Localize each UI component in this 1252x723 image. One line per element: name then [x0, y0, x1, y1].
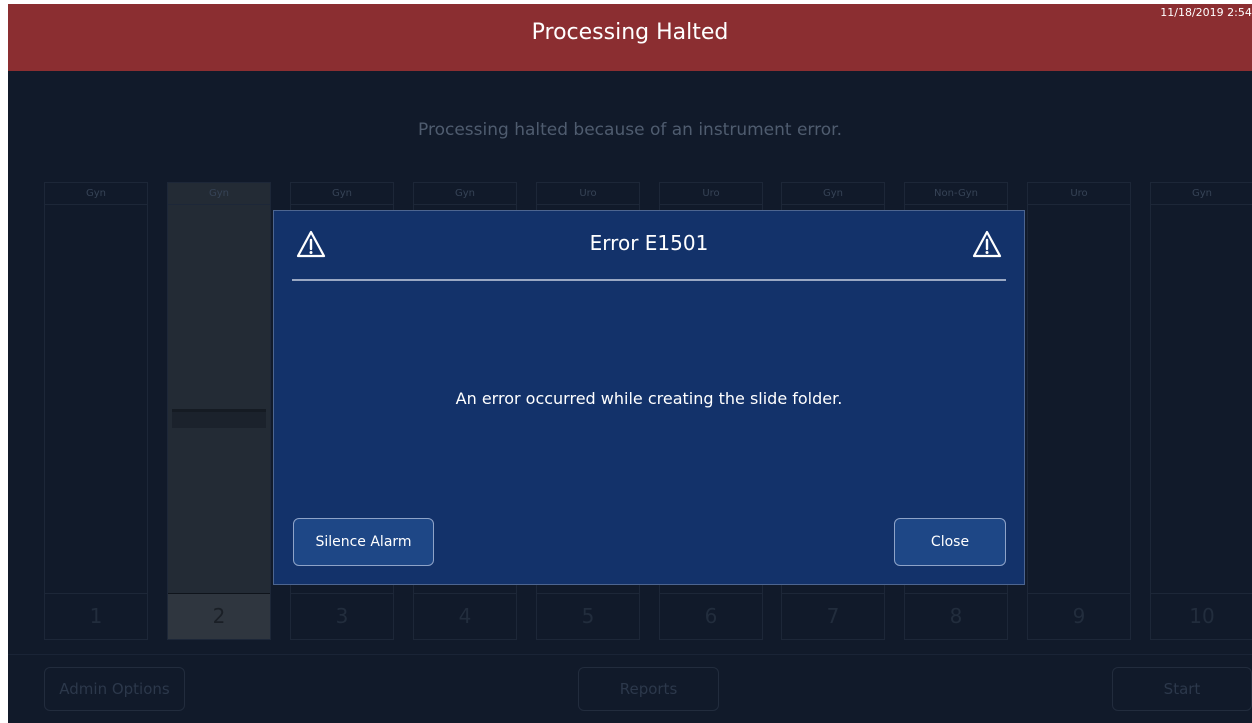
slot-type: Non-Gyn [905, 183, 1007, 205]
slot-type: Uro [660, 183, 762, 205]
reports-button[interactable]: Reports [578, 667, 719, 711]
slot-10[interactable]: Gyn 10 [1150, 182, 1252, 640]
close-button[interactable]: Close [894, 518, 1006, 566]
timestamp: 11/18/2019 2:54 P [1160, 6, 1252, 19]
slot-number: 4 [414, 593, 516, 639]
slot-type: Gyn [45, 183, 147, 205]
dialog-message: An error occurred while creating the sli… [455, 389, 843, 408]
slot-9[interactable]: Uro 9 [1027, 182, 1131, 640]
silence-alarm-button[interactable]: Silence Alarm [293, 518, 434, 566]
error-dialog: Error E1501 An error occurred while crea… [273, 210, 1025, 585]
slot-number: 5 [537, 593, 639, 639]
slot-number: 6 [660, 593, 762, 639]
footer-divider [8, 654, 1252, 655]
slot-1[interactable]: Gyn 1 [44, 182, 148, 640]
slot-type: Gyn [782, 183, 884, 205]
slot-number: 3 [291, 593, 393, 639]
slot-type: Gyn [291, 183, 393, 205]
slot-type: Uro [537, 183, 639, 205]
slot-number: 10 [1151, 593, 1252, 639]
status-message: Processing halted because of an instrume… [418, 120, 842, 140]
slot-type: Uro [1028, 183, 1130, 205]
slot-type: Gyn [1151, 183, 1252, 205]
slot-type: Gyn [414, 183, 516, 205]
slot-2[interactable]: Gyn 2 [167, 182, 271, 640]
slot-number: 7 [782, 593, 884, 639]
admin-options-button[interactable]: Admin Options [44, 667, 185, 711]
warning-icon [972, 230, 1002, 258]
slot-number: 9 [1028, 593, 1130, 639]
slot-number: 8 [905, 593, 1007, 639]
start-button[interactable]: Start [1112, 667, 1252, 711]
app-screen: Processing Halted 11/18/2019 2:54 P Proc… [8, 4, 1252, 723]
page-title: Processing Halted [531, 20, 729, 45]
slot-number: 1 [45, 593, 147, 639]
title-bar: Processing Halted 11/18/2019 2:54 P [8, 4, 1252, 71]
dialog-divider [292, 279, 1006, 281]
dialog-title: Error E1501 [589, 231, 709, 255]
slide-rack-bar [172, 409, 266, 428]
slot-type: Gyn [168, 183, 270, 205]
slot-number: 2 [168, 593, 270, 639]
